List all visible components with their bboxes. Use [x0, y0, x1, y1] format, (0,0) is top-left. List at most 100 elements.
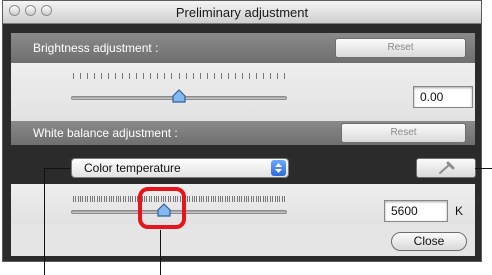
slider-tick — [284, 73, 285, 79]
color-temperature-field[interactable]: 5600 — [384, 200, 448, 222]
slider-tick — [236, 196, 238, 202]
slider-tick — [87, 196, 89, 202]
slider-tick — [115, 73, 117, 79]
white-balance-mode-select[interactable]: Color temperature — [71, 158, 289, 178]
slider-tick — [274, 196, 276, 202]
slider-tick — [250, 196, 252, 202]
slider-tick — [276, 196, 278, 202]
brightness-reset-button[interactable]: Reset — [335, 38, 466, 58]
white-balance-reset-button[interactable]: Reset — [341, 123, 466, 143]
white-balance-label: White balance adjustment : — [33, 126, 178, 140]
slider-tick — [205, 196, 207, 202]
slider-tick — [94, 73, 96, 79]
slider-tick — [272, 196, 274, 202]
slider-tick — [186, 196, 188, 202]
slider-tick — [229, 196, 231, 202]
slider-tick — [101, 196, 103, 202]
slider-tick — [219, 196, 221, 202]
slider-tick — [213, 73, 215, 79]
slider-tick — [103, 196, 105, 202]
slider-thumb-highlight — [138, 187, 186, 229]
slider-tick — [127, 196, 129, 202]
window-title: Preliminary adjustment — [175, 5, 309, 20]
leader-line-slider-thumb — [160, 230, 161, 275]
brightness-slider-thumb[interactable] — [172, 89, 186, 103]
slider-tick — [284, 196, 285, 202]
slider-tick — [224, 196, 226, 202]
slider-tick — [276, 73, 278, 79]
slider-tick — [113, 196, 115, 202]
slider-tick — [193, 196, 195, 202]
slider-tick — [191, 196, 193, 202]
slider-tick — [201, 196, 203, 202]
brightness-label: Brightness adjustment : — [33, 41, 159, 55]
slider-tick — [234, 73, 236, 79]
slider-tick — [143, 73, 145, 79]
title-bar[interactable]: Preliminary adjustment — [3, 1, 481, 24]
slider-tick — [73, 196, 74, 202]
slider-tick — [248, 73, 250, 79]
slider-tick — [91, 196, 93, 202]
slider-tick — [178, 73, 180, 79]
slider-tick — [234, 196, 236, 202]
slider-tick — [106, 196, 108, 202]
slider-tick — [115, 196, 117, 202]
slider-tick — [248, 196, 250, 202]
slider-tick — [80, 73, 82, 79]
slider-tick — [208, 196, 210, 202]
leader-line-mode-select — [44, 168, 45, 275]
slider-tick — [118, 196, 120, 202]
slider-tick — [185, 73, 187, 79]
up-down-arrows-icon — [271, 160, 286, 176]
slider-tick — [110, 196, 112, 202]
slider-tick — [82, 196, 84, 202]
slider-tick — [75, 196, 77, 202]
slider-tick — [120, 196, 122, 202]
slider-tick — [87, 73, 89, 79]
slider-tick — [227, 196, 229, 202]
slider-tick — [96, 196, 98, 202]
slider-tick — [129, 73, 131, 79]
slider-tick — [222, 196, 224, 202]
slider-tick — [73, 73, 74, 79]
slider-tick — [198, 196, 200, 202]
slider-tick — [94, 196, 96, 202]
slider-tick — [281, 196, 283, 202]
leader-line-mode-select-h — [44, 168, 70, 169]
slider-tick — [122, 73, 124, 79]
slider-tick — [210, 196, 212, 202]
brightness-slider-band — [11, 63, 475, 121]
slider-tick — [246, 196, 248, 202]
slider-tick — [262, 73, 264, 79]
slider-tick — [99, 196, 101, 202]
slider-tick — [122, 196, 124, 202]
slider-tick — [227, 73, 229, 79]
slider-tick — [265, 196, 267, 202]
slider-tick — [101, 73, 103, 79]
slider-tick — [189, 196, 191, 202]
slider-tick — [171, 73, 173, 79]
slider-tick — [212, 196, 214, 202]
slider-tick — [253, 196, 255, 202]
slider-tick — [267, 196, 269, 202]
slider-tick — [255, 196, 257, 202]
slider-tick — [108, 73, 110, 79]
eyedropper-button[interactable] — [416, 158, 476, 178]
slider-tick — [89, 196, 91, 202]
temperature-unit-label: K — [455, 204, 464, 218]
eyedropper-icon — [439, 161, 455, 174]
slider-tick — [150, 73, 152, 79]
slider-tick — [196, 196, 198, 202]
slider-tick — [220, 73, 222, 79]
slider-tick — [84, 196, 86, 202]
brightness-value-field[interactable]: 0.00 — [413, 86, 473, 108]
slider-tick — [217, 196, 219, 202]
slider-tick — [262, 196, 264, 202]
slider-tick — [215, 196, 217, 202]
slider-tick — [77, 196, 79, 202]
slider-tick — [203, 196, 205, 202]
slider-tick — [243, 196, 245, 202]
close-button[interactable]: Close — [391, 232, 467, 251]
slider-tick — [231, 196, 233, 202]
slider-tick — [241, 73, 243, 79]
